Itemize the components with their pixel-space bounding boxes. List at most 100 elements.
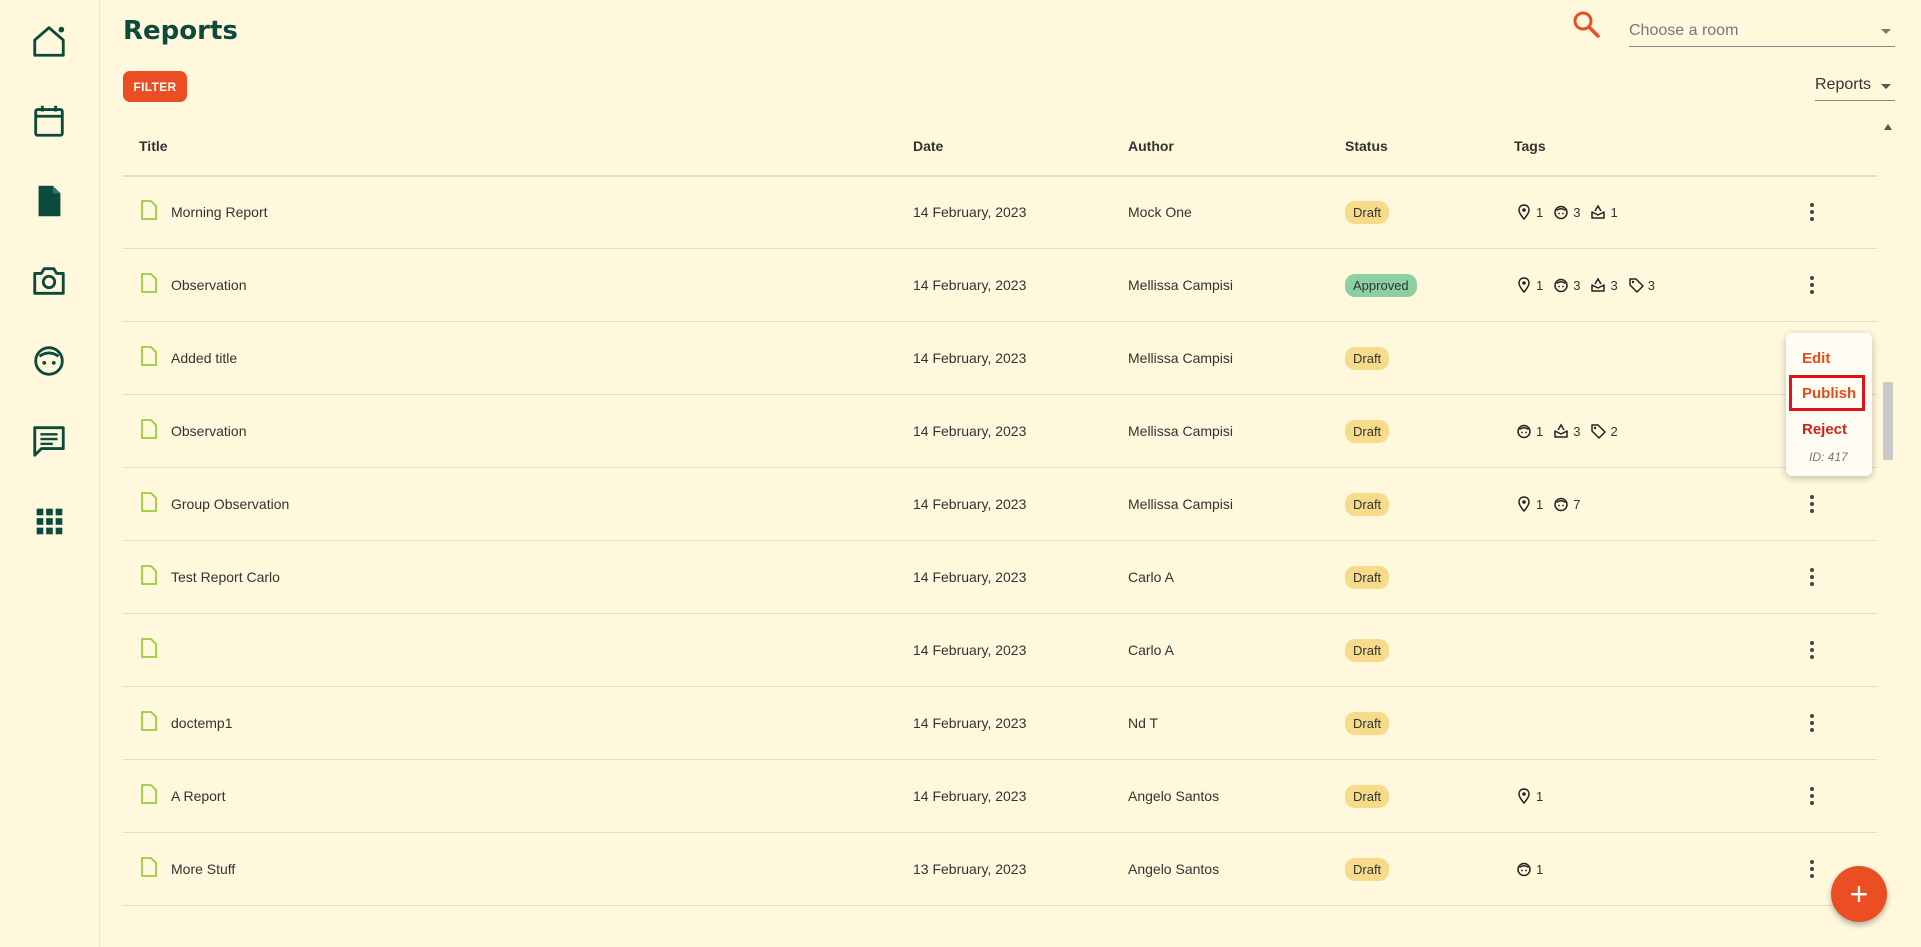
- table-row[interactable]: Observation 14 February, 2023 Mellissa C…: [123, 249, 1877, 322]
- tag-count: 1: [1536, 277, 1544, 293]
- tag-label: 3: [1628, 277, 1655, 293]
- row-tags: 1 3 1: [1516, 204, 1618, 220]
- row-date: 14 February, 2023: [913, 642, 1027, 658]
- nav-photos[interactable]: [26, 258, 72, 304]
- column-header-status[interactable]: Status: [1345, 138, 1388, 154]
- row-title[interactable]: Observation: [171, 249, 246, 321]
- more-options-icon[interactable]: [1802, 565, 1822, 589]
- table-scrollbar[interactable]: [1880, 118, 1896, 947]
- row-date: 14 February, 2023: [913, 204, 1027, 220]
- more-options-icon[interactable]: [1802, 200, 1822, 224]
- column-header-tags[interactable]: Tags: [1514, 138, 1546, 154]
- report-id-label: ID: 417: [1809, 450, 1848, 464]
- row-tags: 1 3 2: [1516, 423, 1618, 439]
- more-options-icon[interactable]: [1802, 273, 1822, 297]
- status-badge: Draft: [1345, 784, 1390, 808]
- row-title[interactable]: Morning Report: [171, 176, 268, 248]
- table-row[interactable]: 14 February, 2023 Carlo A Draft: [123, 614, 1877, 687]
- document-icon: [141, 419, 157, 439]
- location-icon: [1516, 496, 1532, 512]
- row-title[interactable]: More Stuff: [171, 833, 235, 905]
- row-date: 13 February, 2023: [913, 861, 1027, 877]
- child-face-icon: [34, 346, 64, 376]
- table-row[interactable]: A Report 14 February, 2023 Angelo Santos…: [123, 760, 1877, 833]
- tag-count: 7: [1573, 496, 1581, 512]
- tag-location: 1: [1516, 496, 1543, 512]
- tag-learning: 3: [1590, 277, 1618, 293]
- tag-label: 2: [1590, 423, 1618, 439]
- nav-home[interactable]: [26, 18, 72, 64]
- document-icon: [141, 200, 157, 220]
- table-row[interactable]: Test Report Carlo 14 February, 2023 Carl…: [123, 541, 1877, 614]
- row-author: Carlo A: [1128, 569, 1174, 585]
- view-select[interactable]: Reports: [1815, 70, 1895, 101]
- publish-menu-item[interactable]: Publish: [1802, 385, 1856, 402]
- search-icon[interactable]: [1570, 8, 1604, 42]
- nav-apps[interactable]: [26, 498, 72, 544]
- column-header-author[interactable]: Author: [1128, 138, 1174, 154]
- nav-children[interactable]: [26, 338, 72, 384]
- tag-count: 1: [1536, 496, 1544, 512]
- document-icon: [141, 711, 157, 731]
- tag-child: 3: [1553, 277, 1580, 293]
- label-icon: [1628, 277, 1644, 293]
- column-header-date[interactable]: Date: [913, 138, 943, 154]
- document-icon: [141, 857, 157, 877]
- tag-child: 1: [1516, 861, 1543, 877]
- table-row[interactable]: Added title 14 February, 2023 Mellissa C…: [123, 322, 1877, 395]
- row-date: 14 February, 2023: [913, 350, 1027, 366]
- chevron-down-icon: [1881, 29, 1891, 34]
- table-row[interactable]: Group Observation 14 February, 2023 Mell…: [123, 468, 1877, 541]
- room-select[interactable]: Choose a room: [1629, 16, 1895, 47]
- row-tags: 1 3 3 3: [1516, 277, 1655, 293]
- chat-icon: [33, 426, 65, 457]
- scrollbar-thumb[interactable]: [1883, 382, 1893, 460]
- sidebar: [0, 0, 100, 947]
- more-options-icon[interactable]: [1802, 492, 1822, 516]
- add-report-button[interactable]: +: [1831, 866, 1887, 922]
- document-icon: [141, 273, 157, 293]
- edit-menu-item[interactable]: Edit: [1802, 350, 1830, 367]
- nav-calendar[interactable]: [26, 98, 72, 144]
- row-title[interactable]: Observation: [171, 395, 246, 467]
- row-author: Mellissa Campisi: [1128, 496, 1234, 512]
- child-icon: [1553, 496, 1569, 512]
- more-options-icon[interactable]: [1802, 784, 1822, 808]
- row-tags: 1: [1516, 861, 1543, 877]
- calendar-icon: [34, 105, 64, 137]
- label-icon: [1590, 423, 1607, 439]
- row-title[interactable]: Added title: [171, 322, 237, 394]
- row-title[interactable]: A Report: [171, 760, 225, 832]
- table-row[interactable]: Morning Report 14 February, 2023 Mock On…: [123, 176, 1877, 249]
- location-icon: [1516, 788, 1532, 804]
- table-row[interactable]: doctemp1 14 February, 2023 Nd T Draft: [123, 687, 1877, 760]
- document-icon: [38, 185, 61, 217]
- table-row[interactable]: More Stuff 13 February, 2023 Angelo Sant…: [123, 833, 1877, 906]
- row-author: Nd T: [1128, 715, 1159, 731]
- status-badge: Approved: [1345, 273, 1417, 297]
- chevron-down-icon: [1881, 84, 1891, 89]
- more-options-icon[interactable]: [1802, 711, 1822, 735]
- reject-menu-item[interactable]: Reject: [1802, 421, 1847, 438]
- learning-icon: [1553, 423, 1569, 439]
- tag-child: 3: [1553, 204, 1580, 220]
- child-icon: [1553, 204, 1569, 220]
- document-icon: [141, 346, 157, 366]
- table-row[interactable]: Observation 14 February, 2023 Mellissa C…: [123, 395, 1877, 468]
- more-options-icon[interactable]: [1802, 857, 1822, 881]
- row-title[interactable]: Test Report Carlo: [171, 541, 280, 613]
- scroll-up-icon[interactable]: [1884, 124, 1892, 130]
- status-badge: Draft: [1345, 565, 1390, 589]
- row-title[interactable]: Group Observation: [171, 468, 289, 540]
- row-title[interactable]: doctemp1: [171, 687, 232, 759]
- document-icon: [141, 565, 157, 585]
- nav-messages[interactable]: [26, 418, 72, 464]
- row-author: Carlo A: [1128, 642, 1174, 658]
- column-header-title[interactable]: Title: [139, 138, 168, 154]
- nav-reports[interactable]: [26, 178, 72, 224]
- more-options-icon[interactable]: [1802, 638, 1822, 662]
- location-icon: [1516, 277, 1532, 293]
- filter-button[interactable]: FILTER: [123, 71, 187, 102]
- reports-table: Title Date Author Status Tags Morning Re…: [123, 118, 1877, 947]
- row-date: 14 February, 2023: [913, 715, 1027, 731]
